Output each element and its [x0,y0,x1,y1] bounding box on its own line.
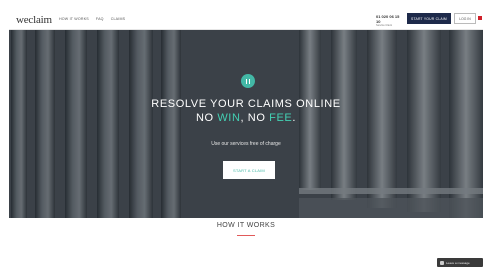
hero-title-line1: RESOLVE YOUR CLAIMS ONLINE [151,98,341,110]
start-claim-button[interactable]: START YOUR CLAIM [407,13,451,24]
phone-contact[interactable]: 01 020 06 15 10 Service Client [376,14,402,27]
hero-section: RESOLVE YOUR CLAIMS ONLINE NO WIN, NO FE… [9,30,483,218]
section-divider [237,235,255,236]
title-no-2: , NO [240,112,270,124]
nav-link-claims[interactable]: CLAIMS [111,17,126,21]
title-no-1: NO [195,112,218,124]
nav-link-faq[interactable]: FAQ [96,17,104,21]
title-win: WIN [217,112,241,124]
nav-links: HOW IT WORKS FAQ CLAIMS [59,17,125,21]
title-period: . [292,112,297,124]
page: weclaim HOW IT WORKS FAQ CLAIMS 01 020 0… [0,0,491,267]
hero-subtitle: Use our services free of charge [211,141,281,147]
title-fee: FEE [269,112,293,124]
hero-title-line2: NO WIN, NO FEE. [9,112,483,125]
flag-icon[interactable] [478,16,482,20]
logo[interactable]: weclaim [16,14,52,26]
pause-icon [241,74,255,88]
top-navbar: weclaim HOW IT WORKS FAQ CLAIMS 01 020 0… [9,8,483,30]
how-it-works-title: HOW IT WORKS [216,222,276,229]
chat-icon [440,260,444,265]
phone-number: 01 020 06 15 10 [376,14,400,24]
chat-widget-button[interactable]: Leave a message [437,258,483,267]
start-claim-cta-button[interactable]: START A CLAIM [223,161,275,179]
login-button[interactable]: LOG IN [454,13,476,24]
phone-subtitle: Service Client [376,24,393,27]
chat-widget-label: Leave a message [446,260,470,265]
nav-link-how-it-works[interactable]: HOW IT WORKS [59,17,89,21]
browser-viewport: weclaim HOW IT WORKS FAQ CLAIMS 01 020 0… [9,8,483,267]
